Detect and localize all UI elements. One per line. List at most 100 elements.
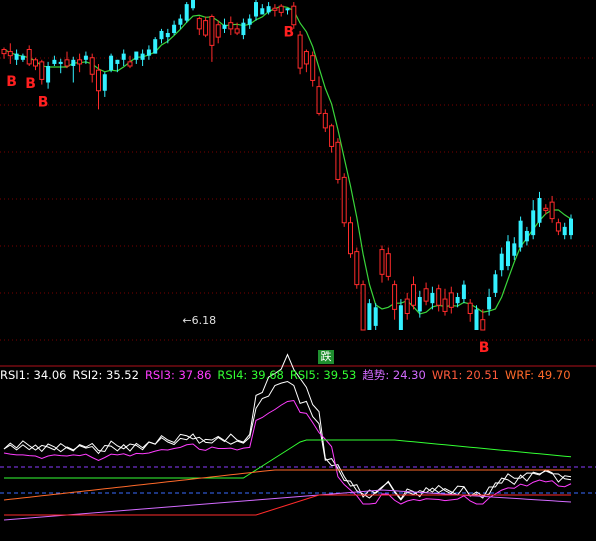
candle-body bbox=[1, 49, 7, 55]
candle-body bbox=[203, 20, 209, 36]
candle-body bbox=[430, 292, 435, 304]
candle-body bbox=[555, 222, 561, 232]
candle-body bbox=[480, 319, 486, 331]
candle-body bbox=[278, 5, 284, 13]
candle-body bbox=[398, 305, 403, 330]
candle-body bbox=[115, 59, 120, 64]
legend-item: 趋势: 24.30 bbox=[362, 368, 426, 382]
candle-body bbox=[134, 51, 139, 60]
candle-body bbox=[33, 59, 38, 67]
buy-markers: B BBBB bbox=[6, 24, 489, 356]
candle-body bbox=[228, 22, 234, 30]
candle-body bbox=[506, 241, 510, 267]
candle-body bbox=[254, 2, 258, 17]
candle-body bbox=[518, 220, 523, 248]
candle-body bbox=[127, 61, 133, 67]
ma-path bbox=[3, 5, 572, 315]
legend-value: 37.86 bbox=[178, 368, 212, 382]
legend-item: RSI4: 39.68 bbox=[217, 368, 284, 382]
buy-marker: B bbox=[479, 340, 490, 356]
candle-body bbox=[310, 55, 316, 81]
candle-body bbox=[234, 28, 240, 34]
candle-body bbox=[417, 297, 422, 312]
legend-value: 24.30 bbox=[392, 368, 426, 382]
low-price-label: ←6.18 bbox=[182, 314, 216, 327]
legend-item: RSI3: 37.86 bbox=[144, 368, 212, 382]
buy-marker: B bbox=[284, 24, 295, 40]
candle-body bbox=[537, 198, 542, 223]
buy-marker: B bbox=[38, 95, 49, 111]
legend-name: RSI3 bbox=[144, 368, 171, 382]
candle-body bbox=[493, 274, 498, 293]
legend-value: 49.70 bbox=[537, 368, 571, 382]
candle-body bbox=[209, 16, 215, 46]
candle-body bbox=[159, 30, 164, 40]
candle-body bbox=[52, 59, 57, 64]
legend-item: RSI1: 34.06 bbox=[0, 368, 67, 382]
candle-body bbox=[140, 53, 145, 60]
candle-body bbox=[455, 297, 460, 304]
candlestick-series bbox=[1, 0, 573, 331]
signal-badge: 跌 bbox=[318, 350, 334, 364]
candle-body bbox=[184, 4, 189, 21]
candle-body bbox=[146, 49, 151, 56]
legend-item: WRF: 49.70 bbox=[504, 368, 571, 382]
candle-body bbox=[442, 298, 448, 312]
legend-name: RSI1 bbox=[0, 368, 26, 382]
candle-body bbox=[549, 201, 555, 220]
candle-body bbox=[354, 251, 360, 286]
candle-body bbox=[26, 49, 32, 65]
legend-item: WR1: 20.51 bbox=[431, 368, 499, 382]
candle-body bbox=[297, 34, 303, 69]
candle-body bbox=[487, 297, 492, 310]
candle-body bbox=[335, 141, 341, 180]
candle-body bbox=[367, 303, 372, 330]
candle-body bbox=[512, 243, 517, 256]
chart-stage: BBBBB ←6.18 跌 RSI1: 34.06 RSI2: 35.52 RSI3… bbox=[0, 0, 596, 541]
indicator-line bbox=[3, 380, 572, 501]
candle-body bbox=[20, 55, 25, 60]
candle-body bbox=[499, 253, 504, 271]
candle-body bbox=[96, 69, 101, 92]
legend-name: 趋势 bbox=[362, 368, 386, 382]
indicator-legend: RSI1: 34.06 RSI2: 35.52 RSI3: 37.86 RSI4: 3… bbox=[0, 367, 577, 383]
candle-body bbox=[385, 253, 391, 277]
candle-body bbox=[196, 18, 202, 30]
candle-body bbox=[348, 222, 353, 255]
candle-body bbox=[524, 231, 529, 242]
candle-body bbox=[64, 59, 70, 67]
candle-body bbox=[71, 59, 76, 66]
candle-body bbox=[404, 298, 410, 314]
candle-body bbox=[89, 57, 95, 75]
candle-body bbox=[569, 218, 573, 236]
candle-body bbox=[109, 55, 114, 71]
buy-marker: B bbox=[6, 74, 17, 90]
candle-body bbox=[102, 74, 107, 91]
candle-body bbox=[303, 51, 309, 65]
legend-name: RSI2 bbox=[72, 368, 99, 382]
candle-body bbox=[39, 61, 45, 80]
candle-body bbox=[467, 302, 473, 314]
legend-item: RSI5: 39.53 bbox=[289, 368, 357, 382]
candle-body bbox=[260, 8, 265, 15]
candle-body bbox=[58, 61, 63, 64]
candle-body bbox=[531, 210, 536, 236]
candle-body bbox=[392, 284, 398, 310]
indicator-line bbox=[3, 399, 572, 505]
candle-body bbox=[448, 292, 454, 308]
candle-body bbox=[373, 307, 378, 326]
candle-body bbox=[77, 59, 83, 65]
candle-body bbox=[172, 24, 177, 33]
candle-body bbox=[322, 112, 328, 129]
candle-body bbox=[266, 6, 271, 13]
candle-body bbox=[7, 51, 13, 57]
low-annotation: ←6.18 bbox=[182, 314, 216, 327]
candle-body bbox=[215, 24, 221, 38]
candle-body bbox=[191, 0, 195, 9]
candle-body bbox=[285, 8, 290, 11]
legend-value: 34.06 bbox=[33, 368, 67, 382]
legend-name: WR1 bbox=[431, 368, 459, 382]
price-grid bbox=[0, 57, 596, 341]
candle-body bbox=[316, 86, 322, 114]
candle-body bbox=[291, 5, 297, 26]
